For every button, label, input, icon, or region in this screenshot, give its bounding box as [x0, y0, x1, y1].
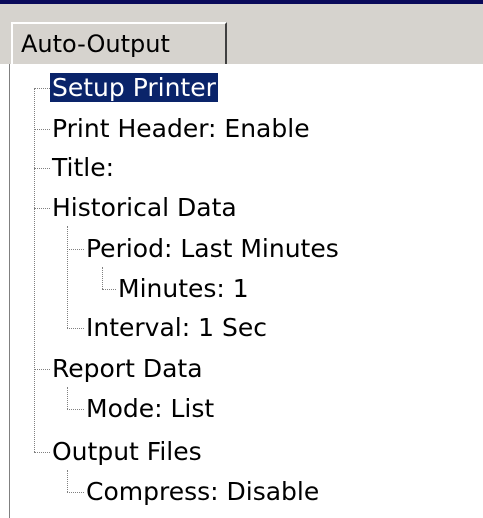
tree-panel: Setup Printer Print Header: Enable Title… [10, 64, 483, 518]
tab-auto-output[interactable]: Auto-Output [11, 22, 227, 64]
tree-item-historical-data[interactable]: Historical Data [50, 190, 239, 226]
tab-strip: Auto-Output [0, 4, 483, 64]
tree-item-minutes[interactable]: Minutes: 1 [116, 271, 251, 307]
tree-connector [34, 129, 50, 130]
tree-item-label: Setup Printer [50, 73, 218, 102]
tree-item-label: Historical Data [52, 193, 237, 222]
tree-connector [67, 387, 68, 409]
tree-connector [67, 409, 84, 410]
tree-item-print-header[interactable]: Print Header: Enable [50, 111, 312, 147]
tree-connector [67, 492, 84, 493]
tree-item-period[interactable]: Period: Last Minutes [84, 231, 341, 267]
tab-label: Auto-Output [21, 30, 170, 58]
tree-connector [67, 226, 68, 328]
tree-connector [67, 328, 84, 329]
tree-item-label: Title: [52, 153, 114, 182]
tree-connector [34, 88, 35, 452]
tree-item-label: Interval: 1 Sec [86, 313, 267, 342]
tree-connector [34, 88, 50, 89]
tree-connector [34, 208, 50, 209]
tree-item-label: Print Header: Enable [52, 114, 310, 143]
tree-connector [67, 470, 68, 492]
tree-item-output-files[interactable]: Output Files [50, 434, 204, 470]
tree-connector [34, 168, 50, 169]
tree-item-label: Mode: List [86, 394, 215, 423]
tree-connector [102, 289, 116, 290]
tree-item-label: Minutes: 1 [118, 274, 249, 303]
tree-item-compress[interactable]: Compress: Disable [84, 474, 321, 510]
tree-connector [34, 369, 50, 370]
tree-item-label: Output Files [52, 437, 202, 466]
tree-connector [34, 452, 50, 453]
tree-item-report-data[interactable]: Report Data [50, 351, 205, 387]
tree-item-label: Compress: Disable [86, 477, 320, 506]
tree-connector [67, 249, 84, 250]
tree-item-mode[interactable]: Mode: List [84, 391, 216, 427]
tree-item-setup-printer[interactable]: Setup Printer [50, 70, 218, 106]
tree-item-label: Report Data [52, 354, 203, 383]
tree-connector [102, 267, 103, 289]
tree-item-interval[interactable]: Interval: 1 Sec [84, 310, 269, 346]
tree-item-label: Period: Last Minutes [86, 234, 339, 263]
settings-tree: Setup Printer Print Header: Enable Title… [12, 64, 483, 518]
tree-item-title[interactable]: Title: [50, 150, 116, 186]
